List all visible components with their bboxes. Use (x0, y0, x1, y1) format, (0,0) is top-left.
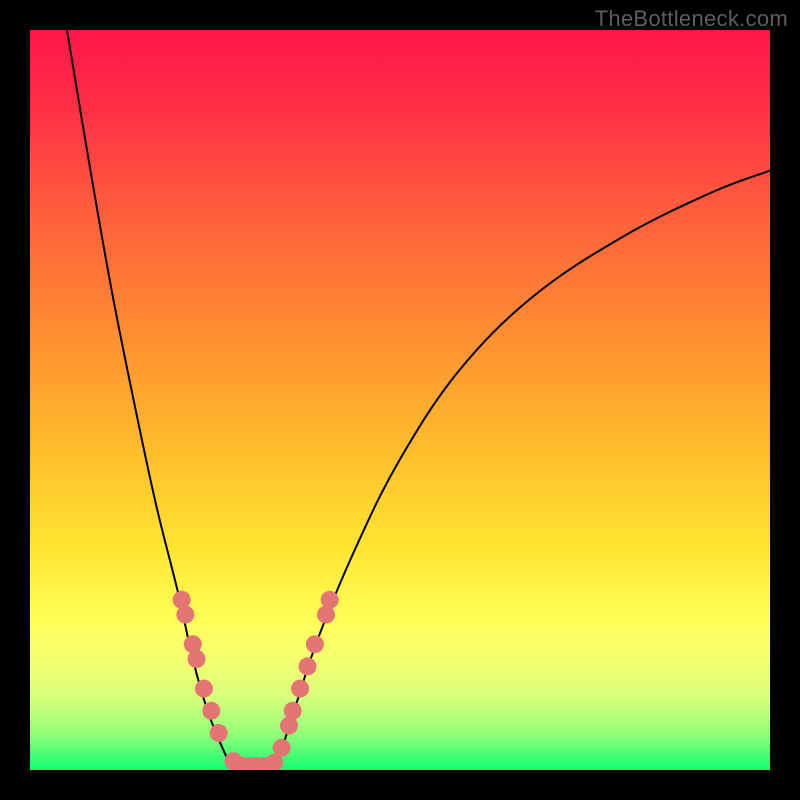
data-marker (188, 650, 206, 668)
data-marker (306, 635, 324, 653)
data-marker (195, 680, 213, 698)
chart-overlay (30, 30, 770, 770)
curve-left-arm (67, 30, 237, 770)
data-marker (202, 702, 220, 720)
data-marker (299, 657, 317, 675)
data-marker (284, 702, 302, 720)
curves-group (67, 30, 770, 770)
data-marker (176, 606, 194, 624)
data-marker (291, 680, 309, 698)
plot-frame (30, 30, 770, 770)
data-marker (321, 591, 339, 609)
curve-right-arm (267, 171, 770, 770)
watermark-text: TheBottleneck.com (595, 6, 788, 32)
data-marker (273, 739, 291, 757)
data-marker (210, 724, 228, 742)
